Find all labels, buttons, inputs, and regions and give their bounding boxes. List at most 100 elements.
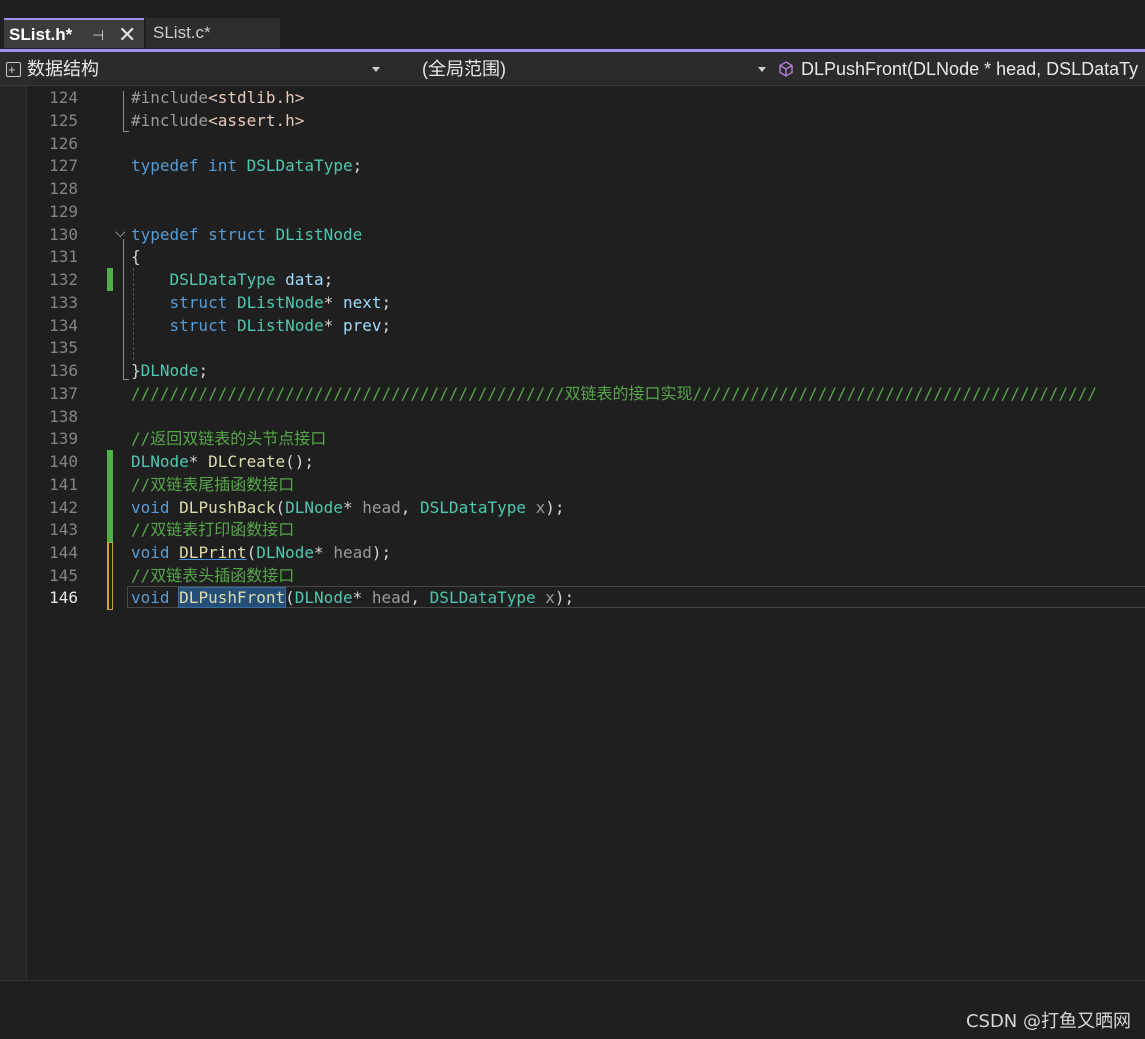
- project-icon: [6, 55, 21, 84]
- operator: *: [352, 588, 363, 607]
- code-line-128: 128: [0, 177, 1145, 200]
- tab-strip: SList.h* ⊣ ✕ SList.c*: [0, 0, 1145, 50]
- comment: //双链表打印函数接口: [131, 520, 295, 539]
- code-line-135: 135: [0, 336, 1145, 359]
- type-name: DSLDataType: [169, 270, 276, 289]
- code-line-142: 142 void DLPushBack(DLNode* head, DSLDat…: [0, 496, 1145, 519]
- code-line-129: 129: [0, 200, 1145, 223]
- project-dropdown[interactable]: 数据结构: [6, 54, 384, 84]
- brace: {: [131, 247, 141, 266]
- function-name: DLPushBack: [179, 498, 276, 517]
- keyword: void: [131, 543, 170, 562]
- tab-slist-c[interactable]: SList.c*: [146, 18, 280, 48]
- punctuation: ;: [352, 156, 363, 175]
- code-line-133: 133 struct DListNode* next;: [0, 291, 1145, 314]
- line-number: 131: [49, 247, 78, 266]
- method-cube-icon: [779, 61, 793, 77]
- keyword: int: [208, 156, 237, 175]
- tab-slist-h-label: SList.h*: [9, 25, 73, 44]
- comment: //返回双链表的头节点接口: [131, 429, 327, 448]
- type-name: DSLDataType: [420, 498, 526, 517]
- code-line-146[interactable]: 146 void DLPushFront(DLNode* head, DSLDa…: [0, 586, 1145, 609]
- keyword: struct: [169, 316, 228, 335]
- type-name: DLNode: [294, 588, 353, 607]
- parameter: head: [333, 543, 372, 562]
- line-number: 139: [49, 429, 78, 448]
- line-number: 136: [49, 361, 78, 380]
- line-number: 145: [49, 566, 78, 585]
- punctuation: (: [275, 498, 286, 517]
- tab-slist-h[interactable]: SList.h* ⊣ ✕: [4, 18, 144, 48]
- code-line-132: 132 DSLDataType data;: [0, 268, 1145, 291]
- type-name: DListNode: [236, 316, 324, 335]
- watermark: CSDN @打鱼又晒网: [965, 1011, 1131, 1032]
- line-number: 127: [49, 156, 78, 175]
- code-line-139: 139 //返回双链表的头节点接口: [0, 427, 1145, 450]
- parameter: x: [535, 498, 546, 517]
- project-label: 数据结构: [27, 59, 99, 79]
- operator: *: [188, 452, 199, 471]
- code-line-131: 131 {: [0, 245, 1145, 268]
- comment: //双链表尾插函数接口: [131, 475, 295, 494]
- type-name: DLNode: [285, 498, 343, 517]
- type-name: DLNode: [256, 543, 315, 562]
- code-line-127: 127 typedef int DSLDataType;: [0, 154, 1145, 177]
- chevron-down-icon: [758, 67, 766, 72]
- code-line-126: 126: [0, 132, 1145, 155]
- line-number: 138: [49, 407, 78, 426]
- punctuation: ;: [381, 316, 392, 335]
- field-name: next: [342, 293, 382, 312]
- line-number: 140: [49, 452, 78, 471]
- line-number: 142: [49, 498, 78, 517]
- function-name[interactable]: DLPrint: [179, 543, 246, 562]
- code-line-144: 144 void DLPrint(DLNode* head);: [0, 541, 1145, 564]
- close-icon[interactable]: ✕: [118, 20, 136, 50]
- type-name: DLNode: [140, 361, 199, 380]
- preprocessor-directive: #include: [131, 111, 209, 130]
- pin-icon[interactable]: ⊣: [92, 20, 104, 50]
- line-number: 130: [49, 225, 78, 244]
- type-name: DSLDataType: [246, 156, 353, 175]
- tab-slist-c-label: SList.c*: [153, 23, 211, 42]
- code-line-143: 143 //双链表打印函数接口: [0, 518, 1145, 541]
- punctuation: (: [285, 588, 295, 607]
- scope-label: (全局范围): [422, 59, 506, 79]
- code-line-125: 125 #include<assert.h>: [0, 109, 1145, 132]
- type-name: DListNode: [236, 293, 324, 312]
- preprocessor-directive: #include: [131, 88, 209, 107]
- punctuation: ();: [285, 452, 315, 471]
- navigation-bar: 数据结构 (全局范围) DLPushFront(DLNode * head, D…: [0, 52, 1145, 86]
- chevron-down-icon: [372, 67, 380, 72]
- field-name: prev: [342, 316, 382, 335]
- punctuation: );: [545, 498, 565, 517]
- code-line-124: 124 #include<stdlib.h>: [0, 86, 1145, 109]
- type-name: DListNode: [275, 225, 363, 244]
- punctuation: (: [246, 543, 257, 562]
- type-name: DLNode: [131, 452, 189, 471]
- punctuation: ;: [381, 293, 392, 312]
- parameter: head: [371, 588, 411, 607]
- line-number: 144: [49, 543, 78, 562]
- member-label: DLPushFront(DLNode * head, DSLDataType x…: [801, 59, 1138, 79]
- line-number: 143: [49, 520, 78, 539]
- punctuation: );: [554, 588, 575, 607]
- comment: //双链表头插函数接口: [131, 566, 295, 585]
- line-number: 125: [49, 111, 78, 130]
- type-name: DSLDataType: [429, 588, 536, 607]
- parameter: head: [362, 498, 401, 517]
- code-line-145: 145 //双链表头插函数接口: [0, 564, 1145, 587]
- comment: ////////////////////////////////////////…: [131, 384, 1098, 403]
- keyword: struct: [208, 225, 266, 244]
- line-number: 126: [49, 134, 78, 153]
- scope-dropdown[interactable]: (全局范围): [388, 54, 772, 84]
- keyword: struct: [169, 293, 228, 312]
- code-editor[interactable]: ⌵ 124 #include<stdlib.h> 125 #include<as…: [0, 86, 1145, 980]
- code-line-137: 137 ////////////////////////////////////…: [0, 382, 1145, 405]
- member-dropdown[interactable]: DLPushFront(DLNode * head, DSLDataType x…: [778, 54, 1138, 84]
- function-name[interactable]: DLPushFront: [178, 587, 287, 608]
- code-line-136: 136 }DLNode;: [0, 359, 1145, 382]
- punctuation: ;: [323, 270, 334, 289]
- operator: *: [323, 316, 334, 335]
- line-number: 146: [49, 588, 78, 607]
- code-line-140: 140 DLNode* DLCreate();: [0, 450, 1145, 473]
